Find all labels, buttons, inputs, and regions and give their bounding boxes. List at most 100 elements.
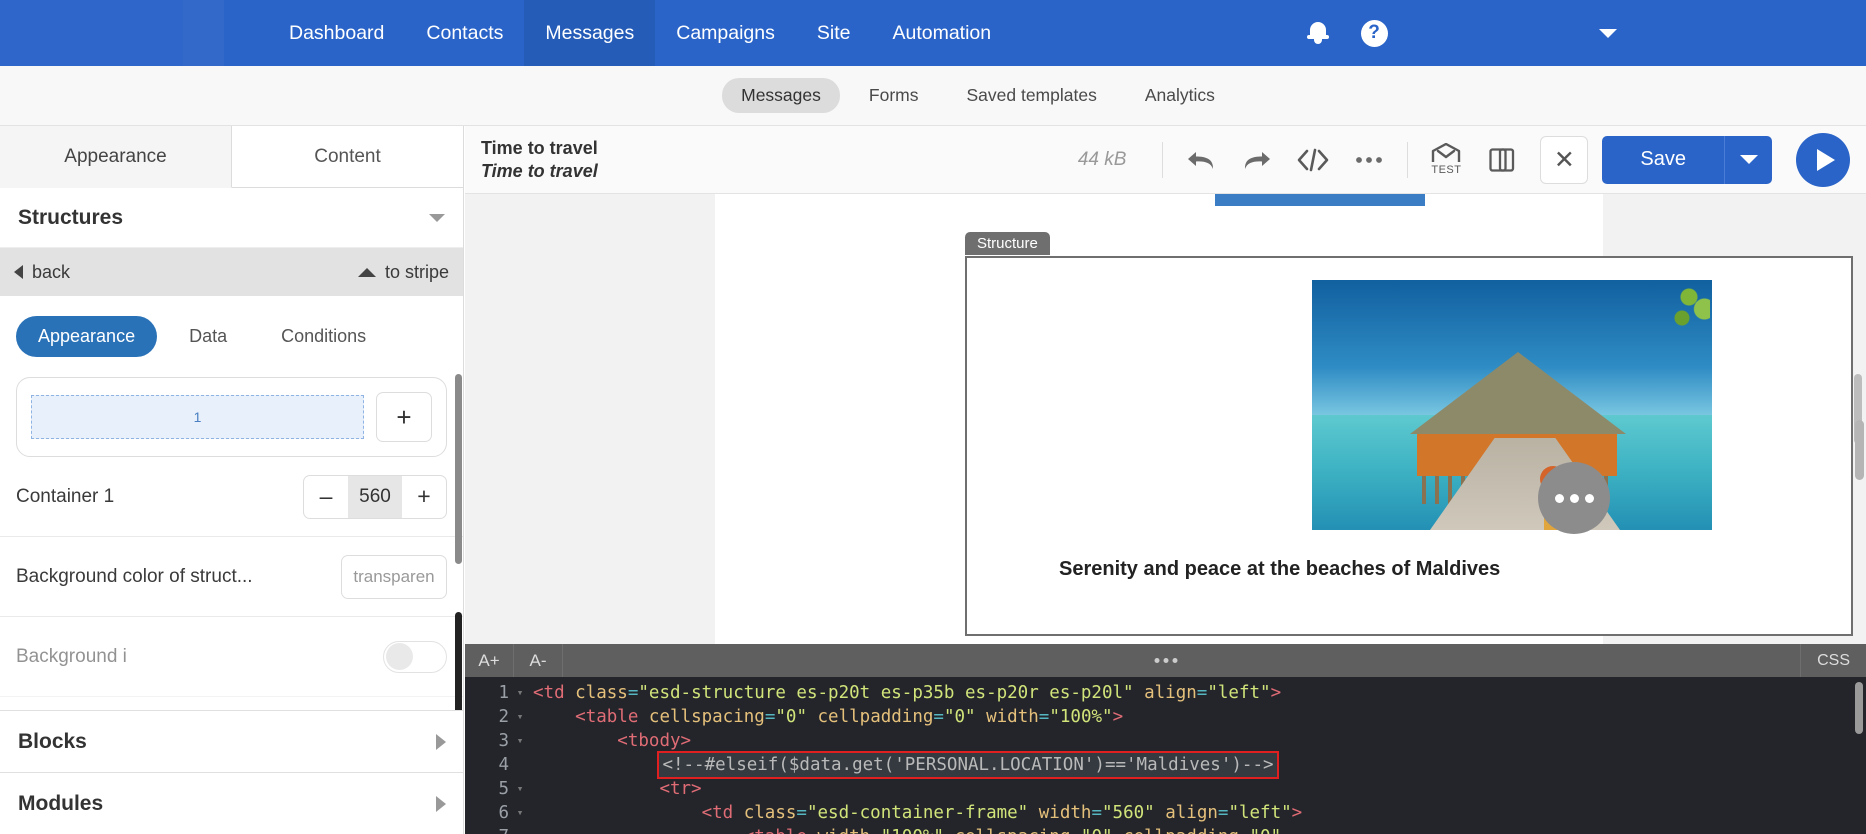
css-tab[interactable]: CSS — [1800, 644, 1866, 677]
undo-button[interactable] — [1173, 135, 1229, 185]
code-token: = — [870, 827, 881, 834]
background-color-input[interactable]: transparen — [341, 554, 447, 599]
account-menu-button[interactable] — [1580, 0, 1636, 66]
more-options-button[interactable] — [1341, 135, 1397, 185]
line-number: 4 — [498, 755, 509, 775]
save-button[interactable]: Save — [1602, 135, 1724, 184]
accordion-blocks[interactable]: Blocks — [0, 710, 463, 772]
brand-logo[interactable] — [183, 0, 224, 66]
stepper-decrement[interactable]: – — [304, 476, 348, 518]
back-button[interactable]: back — [14, 262, 70, 283]
code-text[interactable]: <tr> — [527, 777, 701, 801]
code-token: "560" — [1102, 803, 1155, 823]
editor-toolbar: Time to travel Time to travel 44 kB TEST — [465, 126, 1866, 194]
add-column-button[interactable]: + — [376, 392, 432, 442]
accordion-modules[interactable]: Modules — [0, 772, 463, 834]
code-token: "esd-structure es-p20t es-p35b es-p20r e… — [638, 683, 1134, 703]
tab-saved-templates[interactable]: Saved templates — [947, 78, 1115, 113]
to-stripe-button[interactable]: to stripe — [357, 262, 449, 283]
code-line[interactable]: 4 <!--#elseif($data.get('PERSONAL.LOCATI… — [465, 751, 1866, 779]
nav-item-site[interactable]: Site — [796, 0, 872, 66]
sidebar-tab-content[interactable]: Content — [232, 126, 463, 188]
stepper-increment[interactable]: + — [402, 476, 446, 518]
nav-item-contacts[interactable]: Contacts — [405, 0, 524, 66]
fold-toggle-icon[interactable]: ▾ — [513, 729, 527, 753]
page-scrollbar[interactable] — [1855, 420, 1864, 480]
fold-toggle-icon[interactable]: ▾ — [513, 681, 527, 705]
selected-structure[interactable]: Serenity and peace at the beaches of Mal… — [965, 256, 1853, 636]
undo-icon — [1188, 151, 1214, 169]
redo-button[interactable] — [1229, 135, 1285, 185]
code-scrollbar[interactable] — [1855, 682, 1863, 734]
code-token: = — [796, 803, 807, 823]
help-button[interactable]: ? — [1346, 0, 1402, 66]
sidebar-scrollbar-upper[interactable] — [455, 374, 462, 564]
code-token: <table — [744, 827, 818, 834]
code-line[interactable]: 2 ▾ <table cellspacing="0" cellpadding="0… — [465, 705, 1866, 729]
tab-forms[interactable]: Forms — [850, 78, 938, 113]
code-token: <td — [701, 803, 744, 823]
nav-item-campaigns[interactable]: Campaigns — [655, 0, 796, 66]
code-line[interactable]: 3 ▾ <tbody> — [465, 729, 1866, 753]
code-token: = — [933, 707, 944, 727]
main-nav-items: Dashboard Contacts Messages Campaigns Si… — [268, 0, 1012, 66]
code-text[interactable]: <table cellspacing="0" cellpadding="0" w… — [527, 705, 1123, 729]
pill-conditions[interactable]: Conditions — [259, 316, 388, 357]
structure-label: Structure — [965, 232, 1050, 255]
fold-toggle-icon[interactable]: ▾ — [513, 825, 527, 834]
nav-item-messages[interactable]: Messages — [524, 0, 656, 66]
code-text[interactable]: <td class="esd-container-frame" width="5… — [527, 801, 1303, 825]
fold-toggle-icon[interactable] — [513, 753, 527, 777]
panel-drag-handle[interactable] — [1154, 644, 1177, 677]
code-token: > — [1112, 707, 1124, 727]
nav-item-automation[interactable]: Automation — [871, 0, 1012, 66]
send-test-button[interactable]: TEST — [1418, 135, 1474, 185]
font-decrease-button[interactable]: A- — [514, 644, 563, 677]
code-text[interactable]: <td class="esd-structure es-p20t es-p35b… — [527, 681, 1281, 705]
fold-toggle-icon[interactable]: ▾ — [513, 705, 527, 729]
code-token: <td — [533, 683, 576, 703]
code-line[interactable]: 7▾ <table width="100%" cellspacing="0" c… — [465, 825, 1866, 834]
notifications-button[interactable] — [1290, 0, 1346, 66]
sidebar-tab-appearance[interactable]: Appearance — [0, 126, 232, 188]
email-body: Structure Serenity and peace at the beac… — [715, 194, 1853, 644]
chevron-down-icon[interactable] — [429, 213, 445, 222]
code-token: cellpadding — [806, 707, 934, 727]
code-line[interactable]: 6 ▾ <td class="esd-container-frame" width… — [465, 801, 1866, 825]
code-lines[interactable]: 1 ▾ <td class="esd-structure es-p20t es-p3… — [465, 677, 1866, 834]
duplicate-button[interactable] — [1474, 135, 1530, 185]
nav-item-dashboard[interactable]: Dashboard — [268, 0, 405, 66]
background-image-toggle[interactable] — [383, 640, 447, 673]
font-increase-button[interactable]: A+ — [465, 644, 514, 677]
view-code-button[interactable] — [1285, 135, 1341, 185]
tab-messages[interactable]: Messages — [722, 78, 840, 113]
structure-column-slot[interactable]: 1 — [31, 395, 364, 439]
code-token: class — [743, 803, 797, 823]
block-options-button[interactable] — [1538, 462, 1610, 534]
close-button[interactable]: ✕ — [1540, 135, 1589, 184]
email-image[interactable] — [1312, 280, 1712, 530]
code-text[interactable]: <table width="100%" cellspacing="0" cell… — [527, 825, 1281, 834]
code-token: = — [1038, 707, 1050, 727]
sub-navigation-bar: Messages Forms Saved templates Analytics — [0, 66, 1866, 126]
code-text[interactable]: <!--#elseif($data.get('PERSONAL.LOCATION… — [527, 751, 1279, 779]
container-width-label: Container 1 — [16, 485, 115, 507]
preview-button[interactable] — [1796, 132, 1850, 187]
code-line[interactable]: 5 ▾ <tr> — [465, 777, 1866, 801]
highlighted-code-segment[interactable]: <!--#elseif($data.get('PERSONAL.LOCATION… — [657, 751, 1279, 779]
fold-toggle-icon[interactable]: ▾ — [513, 777, 527, 801]
chevron-down-icon — [1599, 28, 1617, 38]
pill-data[interactable]: Data — [167, 316, 249, 357]
code-line[interactable]: 1 ▾ <td class="esd-structure es-p20t es-p3… — [465, 681, 1866, 705]
brand-area[interactable] — [0, 0, 183, 66]
save-dropdown-button[interactable] — [1724, 135, 1772, 184]
tab-analytics[interactable]: Analytics — [1126, 78, 1234, 113]
pill-appearance[interactable]: Appearance — [16, 316, 158, 357]
structures-section-header[interactable]: Structures — [0, 188, 463, 248]
code-text[interactable]: <tbody> — [527, 729, 691, 753]
left-sidebar: Appearance Content Structures back to st… — [0, 126, 464, 834]
divider — [1162, 141, 1164, 178]
stepper-value[interactable]: 560 — [348, 475, 402, 518]
fold-toggle-icon[interactable]: ▾ — [513, 801, 527, 825]
play-icon — [1816, 148, 1835, 171]
